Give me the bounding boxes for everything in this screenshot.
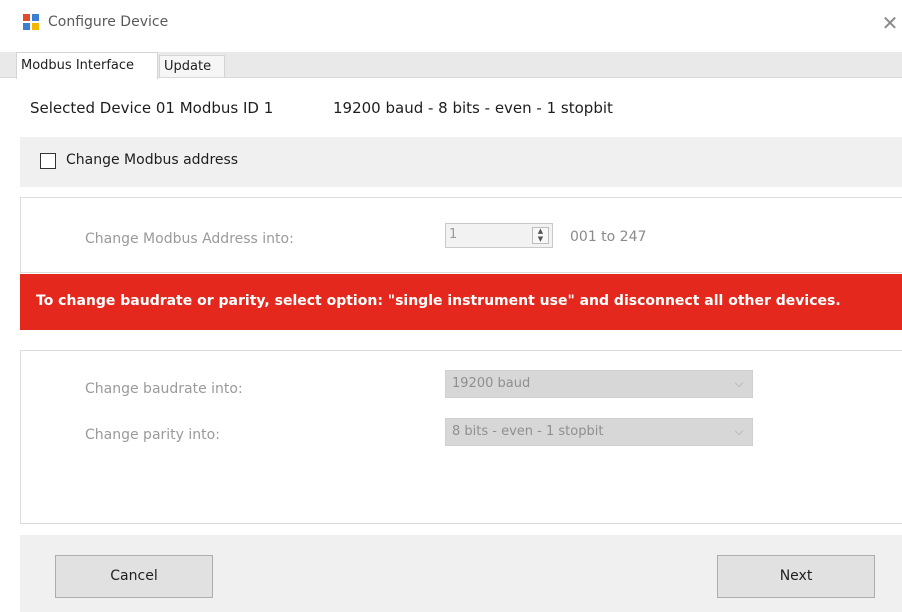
tab-modbus-interface[interactable]: Modbus Interface xyxy=(16,52,158,79)
address-field-label: Change Modbus Address into: xyxy=(85,231,294,247)
configure-device-icon xyxy=(23,14,39,30)
stepper-up-icon[interactable]: ▲ xyxy=(533,228,548,235)
stepper-down-icon[interactable]: ▼ xyxy=(533,236,548,243)
warning-text: To change baudrate or parity, select opt… xyxy=(36,293,841,309)
selected-device-label: Selected Device 01 Modbus ID 1 xyxy=(30,99,274,117)
address-stepper-value: 1 xyxy=(449,227,458,242)
address-stepper-buttons: ▲ ▼ xyxy=(532,227,549,244)
cancel-button[interactable]: Cancel xyxy=(55,555,213,598)
baudrate-label: Change baudrate into: xyxy=(85,381,243,397)
close-icon[interactable]: ✕ xyxy=(878,8,902,38)
baudrate-value: 19200 baud xyxy=(452,376,531,391)
tab-update[interactable]: Update xyxy=(159,55,225,77)
chevron-down-icon: ⌵ xyxy=(734,376,744,390)
parity-value: 8 bits - even - 1 stopbit xyxy=(452,424,604,439)
parity-label: Change parity into: xyxy=(85,427,220,443)
chevron-down-icon: ⌵ xyxy=(734,424,744,438)
baudrate-select[interactable]: 19200 baud ⌵ xyxy=(445,370,753,398)
parity-select[interactable]: 8 bits - even - 1 stopbit ⌵ xyxy=(445,418,753,446)
window-title: Configure Device xyxy=(48,14,169,30)
title-bar: Configure Device ✕ xyxy=(0,0,902,46)
device-params-label: 19200 baud - 8 bits - even - 1 stopbit xyxy=(333,99,613,117)
address-range-label: 001 to 247 xyxy=(570,229,647,245)
next-button[interactable]: Next xyxy=(717,555,875,598)
address-stepper[interactable]: 1 ▲ ▼ xyxy=(445,223,553,248)
change-address-checkbox[interactable] xyxy=(40,153,56,169)
change-address-checkbox-label[interactable]: Change Modbus address xyxy=(66,152,238,168)
